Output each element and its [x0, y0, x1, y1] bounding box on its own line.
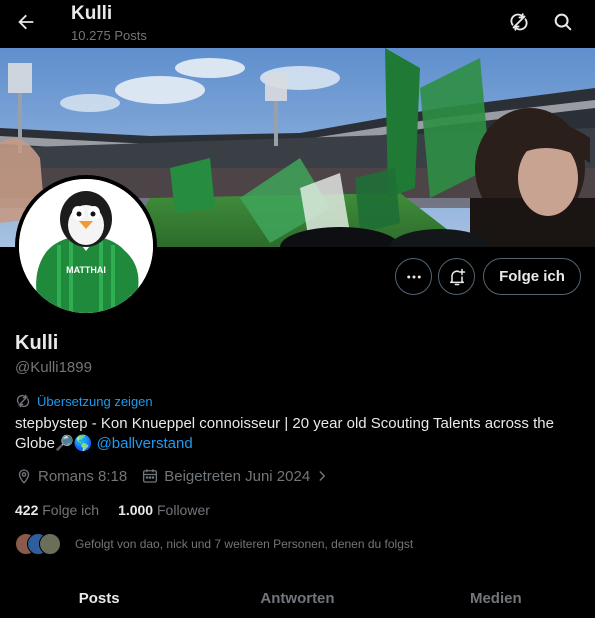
search-button[interactable]	[551, 10, 575, 34]
notification-bell-plus-icon	[449, 268, 465, 285]
followers-count: 1.000	[118, 502, 154, 518]
location-item: Romans 8:18	[15, 467, 127, 485]
notifications-button[interactable]	[438, 258, 475, 295]
avatar[interactable]: MATTHAI	[15, 175, 157, 317]
following-label: Folge ich	[42, 502, 100, 518]
followed-by-text: Gefolgt von dao, nick und 7 weiteren Per…	[75, 537, 414, 551]
profile-handle: @Kulli1899	[15, 359, 92, 376]
following-button[interactable]: Folge ich	[483, 258, 581, 295]
back-button[interactable]	[12, 8, 40, 36]
search-icon	[554, 13, 572, 31]
profile-bio: stepbystep - Kon Knueppel connoisseur | …	[15, 414, 585, 454]
chevron-right-icon	[319, 471, 326, 481]
joined-item[interactable]: Beigetreten Juni 2024	[141, 467, 329, 485]
back-arrow-icon	[18, 14, 34, 30]
avatar-jersey-text: MATTHAI	[66, 265, 106, 275]
follow-counts: 422 Folge ich 1.000 Follower	[15, 502, 229, 518]
penguin-avatar-image: MATTHAI	[19, 179, 153, 313]
posts-count: 10.275 Posts	[71, 28, 147, 43]
calendar-icon	[143, 469, 158, 483]
joined-text: Beigetreten Juni 2024	[164, 467, 311, 485]
followed-by-row[interactable]: Gefolgt von dao, nick und 7 weiteren Per…	[15, 533, 413, 555]
followers-label: Follower	[157, 502, 210, 518]
refresh-button[interactable]	[507, 10, 531, 34]
more-icon	[406, 275, 421, 278]
bio-mention-link[interactable]: @ballverstand	[97, 435, 193, 452]
top-bar: Kulli 10.275 Posts	[0, 0, 595, 48]
profile-meta: Romans 8:18 Beigetreten Juni 2024	[15, 467, 343, 485]
tab-posts[interactable]: Posts	[0, 578, 198, 618]
following-count: 422	[15, 502, 39, 518]
location-pin-icon	[18, 469, 30, 484]
following-count-link[interactable]: 422 Folge ich	[15, 502, 99, 518]
page-title: Kulli	[71, 3, 113, 24]
header-title-block: Kulli 10.275 Posts	[71, 3, 147, 45]
translate-refresh-icon	[16, 394, 30, 408]
mini-avatar	[39, 533, 61, 555]
profile-tabs: Posts Antworten Medien	[0, 578, 595, 618]
profile-name: Kulli	[15, 332, 59, 354]
refresh-slash-icon	[510, 13, 528, 31]
tab-medien[interactable]: Medien	[397, 578, 595, 618]
more-button[interactable]	[395, 258, 432, 295]
translate-link[interactable]: Übersetzung zeigen	[15, 393, 153, 409]
followers-count-link[interactable]: 1.000 Follower	[118, 502, 210, 518]
location-text: Romans 8:18	[38, 467, 128, 485]
tab-antworten[interactable]: Antworten	[198, 578, 396, 618]
translate-label[interactable]: Übersetzung zeigen	[37, 394, 153, 409]
followed-by-avatars	[15, 533, 73, 555]
